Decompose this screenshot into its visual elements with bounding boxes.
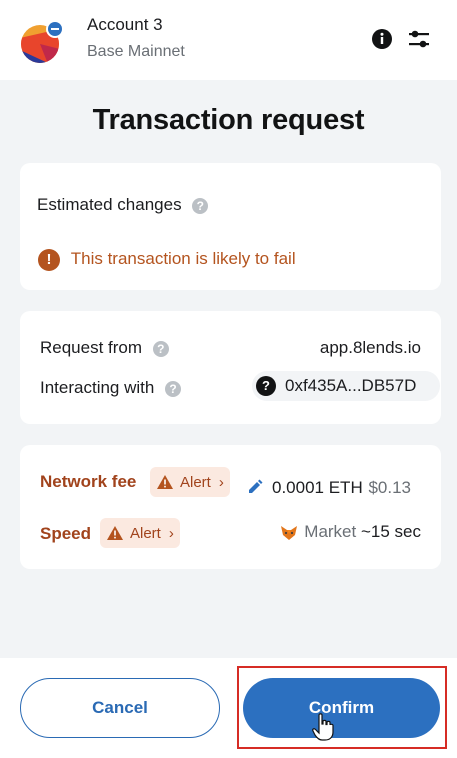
speed-market: Market [304,522,357,541]
request-details-card: Request from ? app.8lends.io Interacting… [20,311,441,424]
request-from-value: app.8lends.io [319,338,421,357]
header: Account 3 Base Mainnet [0,0,457,80]
speed-alert-button[interactable]: Alert › [100,518,180,548]
alert-label: Alert [130,524,161,542]
edit-gas-icon[interactable] [246,478,264,501]
account-name[interactable]: Account 3 [87,15,163,35]
warning-triangle-icon [107,526,123,540]
speed-time: ~15 sec [360,522,421,541]
alert-label: Alert [180,473,211,491]
network-name: Base Mainnet [87,43,185,60]
hand-cursor-icon [312,713,334,741]
warning-icon: ! [38,249,60,271]
estimated-changes-text: Estimated changes [37,195,182,214]
help-icon[interactable]: ? [192,197,209,214]
warning-triangle-icon [157,475,173,489]
network-fee-label: Network fee [40,472,137,491]
footer: Cancel Confirm [0,658,457,758]
account-avatar[interactable] [20,20,64,64]
cancel-button[interactable]: Cancel [20,678,220,738]
chevron-right-icon: › [218,473,224,491]
network-fee-alert-button[interactable]: Alert › [150,467,230,497]
help-icon[interactable]: ? [152,340,169,357]
page-title: Transaction request [92,104,365,136]
failure-warning: ! This transaction is likely to fail [38,249,296,271]
speed-label: Speed [40,524,92,543]
interacting-with-label: Interacting with [40,378,155,397]
contract-address-pill[interactable]: ? 0xf435A...DB57D [252,371,440,401]
fees-card: Network fee Alert › 0.0001 ETH $0.13 Spe… [20,445,441,569]
fox-icon [280,525,297,540]
info-icon[interactable] [371,28,393,50]
estimated-changes-card: Estimated changes ? ! This transaction i… [20,163,441,290]
request-from-row-label: Request from ? [40,338,169,358]
network-fee-fiat: $0.13 [368,478,411,497]
network-fee-eth: 0.0001 ETH [272,478,363,497]
warning-text: This transaction is likely to fail [70,249,296,269]
help-icon[interactable]: ? [165,380,182,397]
speed-value: Market ~15 sec [280,522,421,542]
interacting-with-row-label: Interacting with ? [40,378,182,398]
estimated-changes-label: Estimated changes ? [37,195,209,215]
unknown-contract-icon: ? [256,376,276,396]
chevron-right-icon: › [168,524,174,542]
contract-address: 0xf435A...DB57D [285,376,417,395]
sliders-icon[interactable] [407,28,431,50]
confirm-highlight-box [237,666,447,749]
request-from-label: Request from [40,338,143,357]
